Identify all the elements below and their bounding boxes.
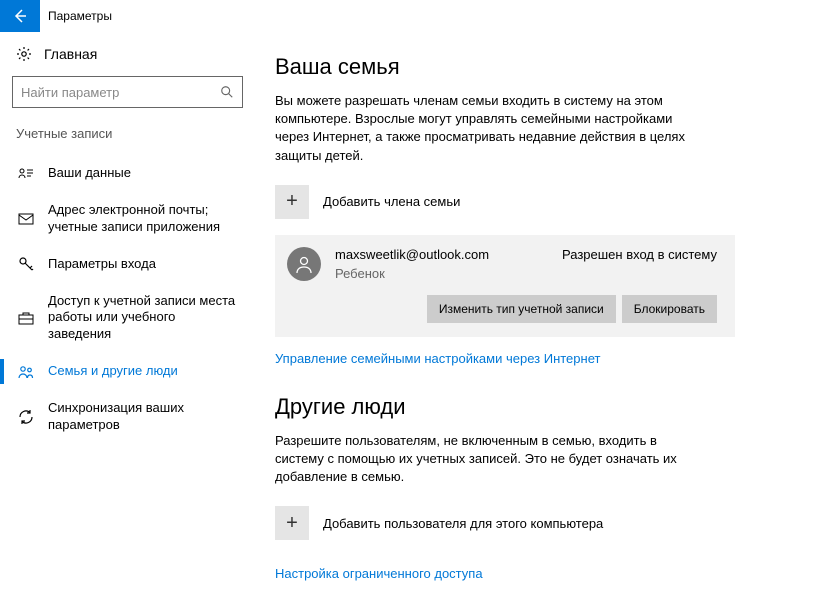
add-other-user[interactable]: + Добавить пользователя для этого компью… [275,506,800,540]
window-title: Параметры [48,9,112,23]
sidebar-item-work-access[interactable]: Доступ к учетной записи места работы или… [12,283,243,354]
briefcase-icon [18,311,34,325]
key-icon [18,256,34,272]
person-card-icon [18,167,34,179]
main-panel: Ваша семья Вы можете разрешать членам се… [255,32,840,594]
family-description: Вы можете разрешать членам семьи входить… [275,92,705,165]
sidebar-item-your-info[interactable]: Ваши данные [12,155,243,192]
plus-icon: + [275,506,309,540]
family-member-card[interactable]: maxsweetlik@outlook.com Ребенок Разрешен… [275,235,735,337]
sync-icon [18,409,34,425]
nav-label: Синхронизация ваших параметров [48,400,239,434]
nav-label: Параметры входа [48,256,156,273]
search-box[interactable] [12,76,243,108]
arrow-left-icon [12,8,28,24]
sidebar-item-email[interactable]: Адрес электронной почты; учетные записи … [12,192,243,246]
member-role: Ребенок [335,266,489,281]
add-family-member[interactable]: + Добавить члена семьи [275,185,800,219]
search-icon [220,85,234,99]
people-icon [18,365,34,379]
nav-label: Семья и другие люди [48,363,178,380]
avatar-icon [287,247,321,281]
home-label: Главная [44,46,97,62]
sidebar-home[interactable]: Главная [12,46,243,62]
titlebar: Параметры [0,0,840,32]
member-status: Разрешен вход в систему [562,247,717,281]
block-button[interactable]: Блокировать [622,295,717,323]
sidebar-section-label: Учетные записи [12,126,243,141]
add-other-label: Добавить пользователя для этого компьюте… [323,516,603,531]
gear-icon [16,46,32,62]
manage-family-link[interactable]: Управление семейными настройками через И… [275,351,800,366]
sidebar-item-sync[interactable]: Синхронизация ваших параметров [12,390,243,444]
other-heading: Другие люди [275,394,800,420]
back-button[interactable] [0,0,40,32]
mail-icon [18,213,34,225]
restricted-access-link[interactable]: Настройка ограниченного доступа [275,566,800,581]
nav-label: Доступ к учетной записи места работы или… [48,293,239,344]
add-family-label: Добавить члена семьи [323,194,460,209]
nav-label: Ваши данные [48,165,131,182]
search-input[interactable] [21,85,220,100]
nav-label: Адрес электронной почты; учетные записи … [48,202,239,236]
family-heading: Ваша семья [275,54,800,80]
sidebar: Главная Учетные записи Ваши данные Адрес… [0,32,255,594]
change-account-type-button[interactable]: Изменить тип учетной записи [427,295,616,323]
sidebar-item-signin-options[interactable]: Параметры входа [12,246,243,283]
sidebar-item-family[interactable]: Семья и другие люди [12,353,243,390]
plus-icon: + [275,185,309,219]
other-description: Разрешите пользователям, не включенным в… [275,432,705,487]
member-email: maxsweetlik@outlook.com [335,247,489,262]
